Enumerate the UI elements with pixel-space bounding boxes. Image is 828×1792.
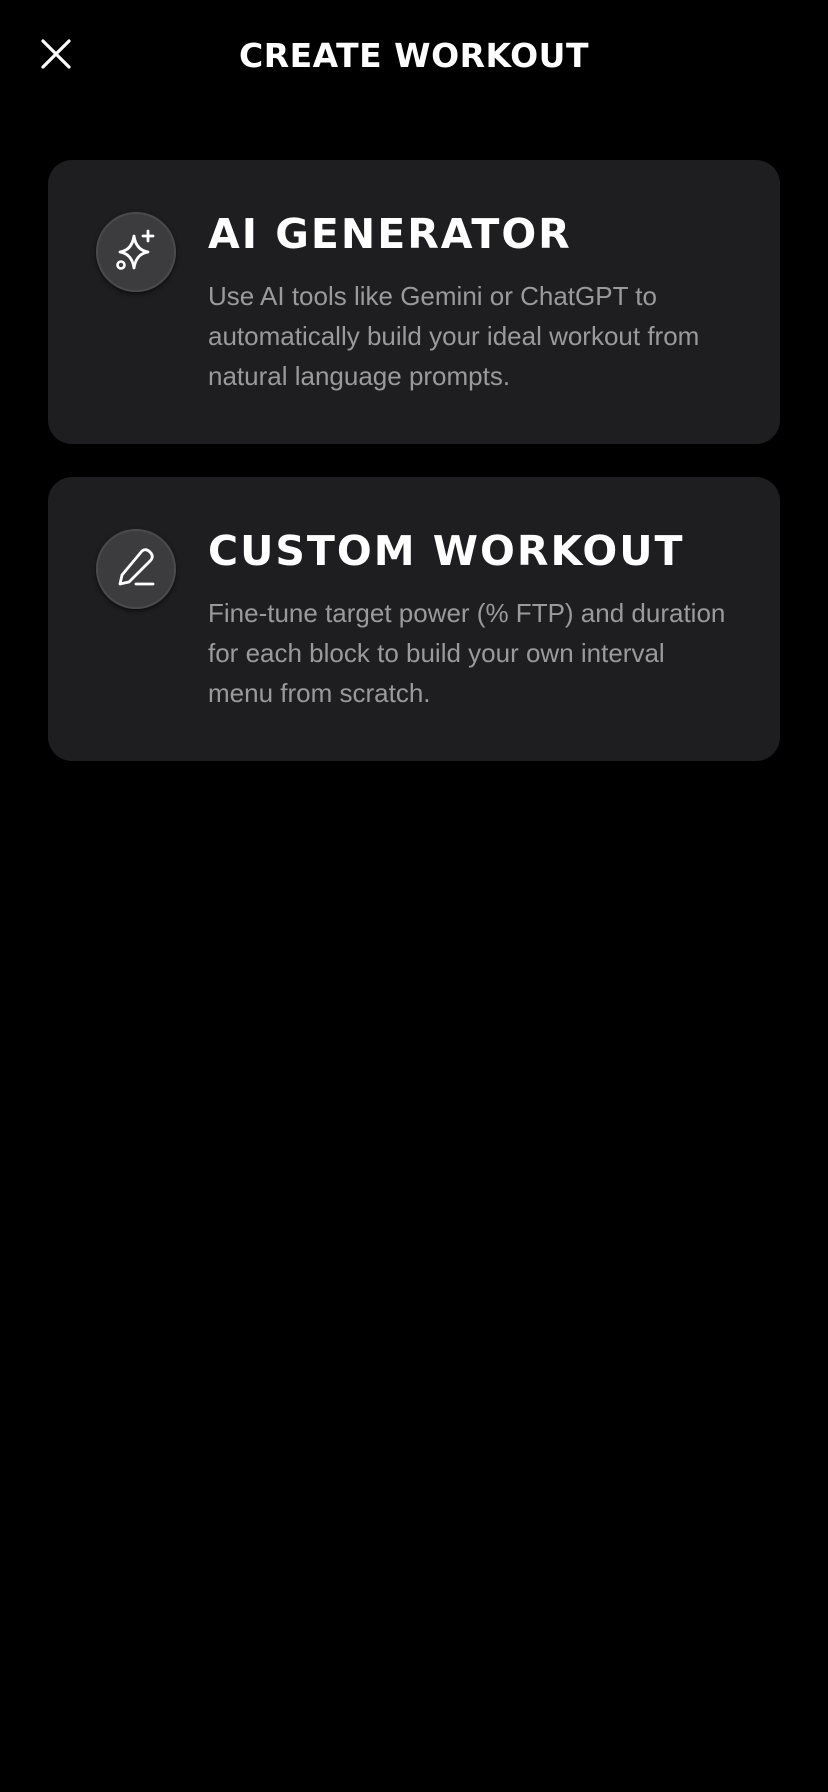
ai-generator-card[interactable]: AI GENERATOR Use AI tools like Gemini or…	[48, 160, 780, 444]
ai-generator-title: AI GENERATOR	[208, 210, 572, 258]
sparkles-icon	[112, 226, 160, 278]
ai-generator-icon-circle	[96, 212, 176, 292]
custom-workout-title: CUSTOM WORKOUT	[208, 527, 685, 575]
custom-workout-icon-circle	[96, 529, 176, 609]
pencil-icon	[112, 543, 160, 595]
workout-options: AI GENERATOR Use AI tools like Gemini or…	[48, 160, 780, 794]
header: CREATE WORKOUT	[0, 0, 828, 112]
ai-generator-description: Use AI tools like Gemini or ChatGPT to a…	[208, 281, 700, 391]
custom-workout-description: Fine-tune target power (% FTP) and durat…	[208, 598, 726, 708]
custom-workout-card[interactable]: CUSTOM WORKOUT Fine-tune target power (%…	[48, 477, 780, 761]
page-title: CREATE WORKOUT	[238, 36, 589, 75]
